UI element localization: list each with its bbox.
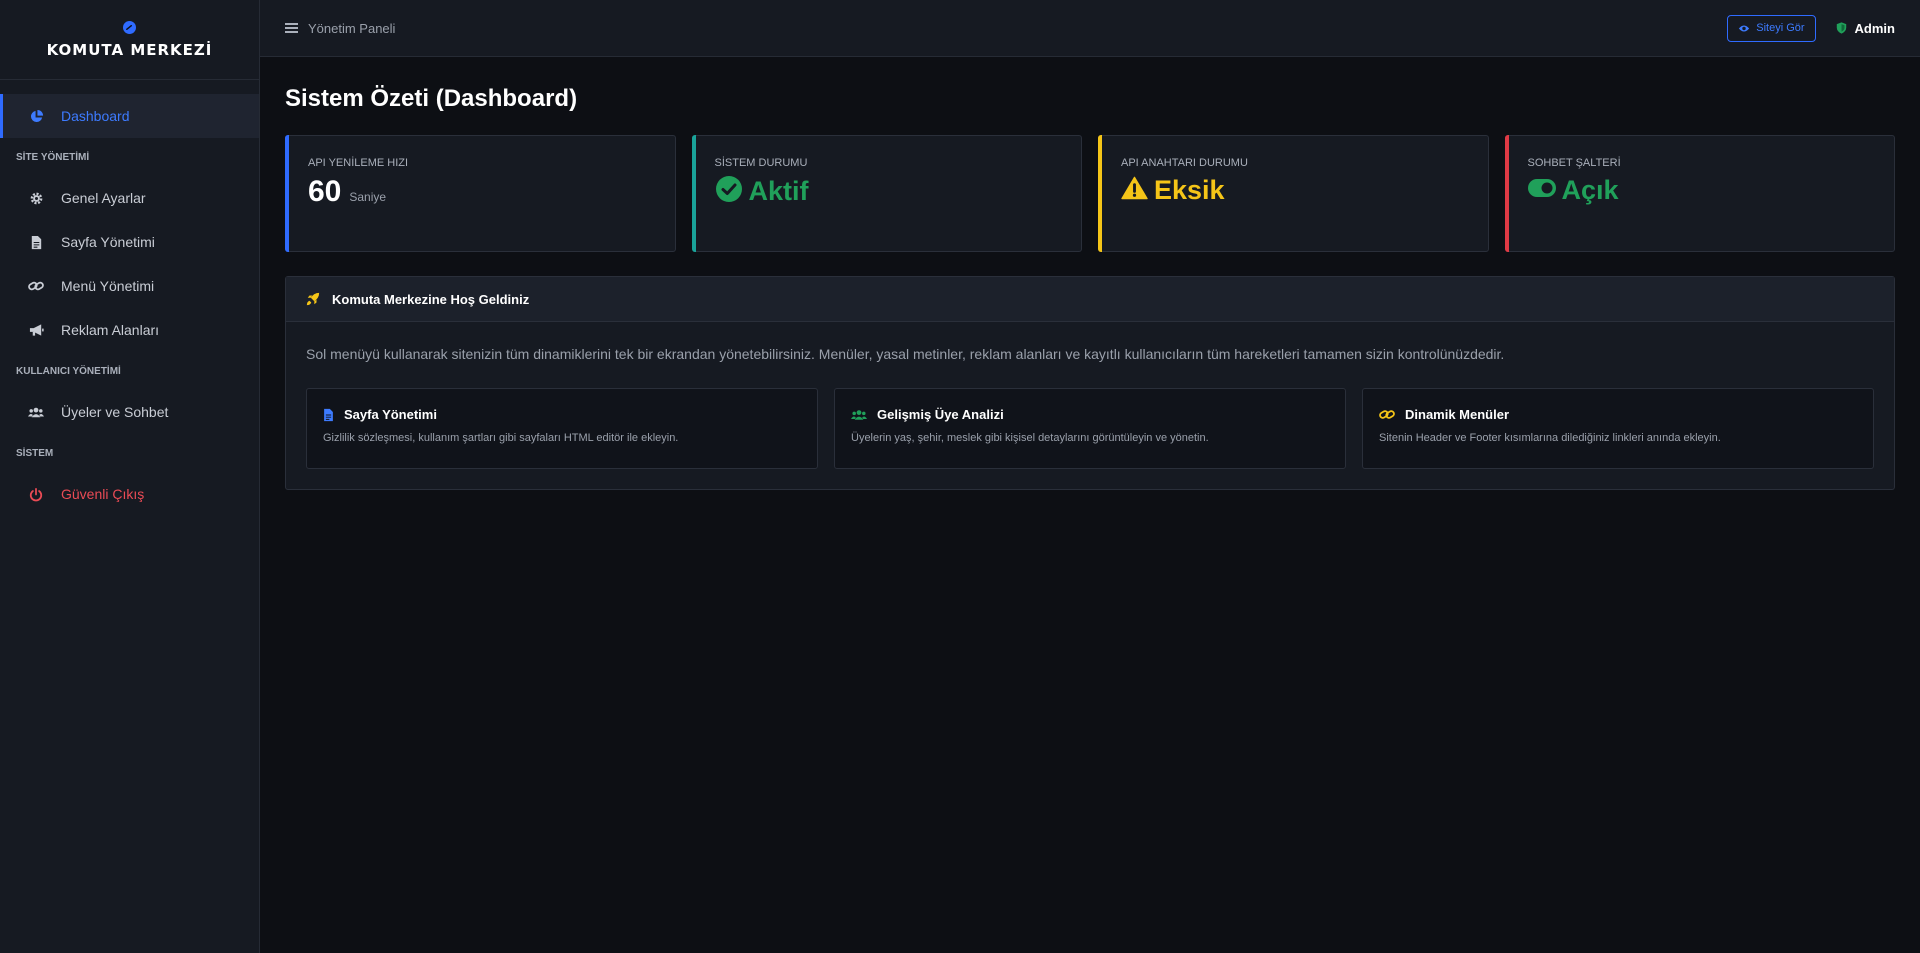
stat-number: 60 — [308, 175, 342, 208]
stat-label: SİSTEM DURUMU — [714, 157, 808, 169]
view-site-button[interactable]: Siteyi Gör — [1727, 14, 1816, 42]
hamburger-menu-icon[interactable] — [285, 23, 298, 33]
feature-card-member-analysis: Gelişmiş Üye Analizi Üyelerin yaş, şehir… — [834, 388, 1346, 469]
link-icon — [28, 278, 44, 294]
sidebar-item-label: Güvenli Çıkış — [61, 486, 145, 502]
stat-unit: Saniye — [349, 190, 387, 204]
welcome-card: Komuta Merkezine Hoş Geldiniz Sol menüyü… — [285, 276, 1895, 490]
stat-card-api-refresh: API YENİLEME HIZI 60 Saniye — [285, 135, 676, 252]
shield-icon — [1836, 22, 1847, 34]
stats-row: API YENİLEME HIZI 60 Saniye SİSTEM DURUM… — [285, 135, 1895, 252]
users-icon — [28, 404, 44, 420]
stat-value: Aktif — [715, 175, 1060, 208]
topbar-actions: Siteyi Gör Admin — [1727, 14, 1895, 42]
sidebar-item-label: Üyeler ve Sohbet — [61, 404, 169, 420]
sidebar-section-system: SİSTEM — [16, 447, 54, 459]
sidebar-item-label: Dashboard — [61, 108, 130, 124]
stat-status-text: Açık — [1561, 175, 1619, 205]
admin-label: Admin — [1854, 20, 1895, 36]
stat-card-chat-switch: SOHBET ŞALTERİ Açık — [1504, 135, 1895, 252]
toggle-on-icon — [1527, 179, 1556, 202]
sidebar-item-ad-areas[interactable]: Reklam Alanları — [0, 308, 259, 352]
stat-value: Eksik — [1121, 175, 1466, 206]
welcome-text: Sol menüyü kullanarak sitenizin tüm dina… — [306, 346, 1505, 362]
feature-card-dynamic-menus: Dinamik Menüler Sitenin Header ve Footer… — [1362, 388, 1874, 469]
stat-value: 60 Saniye — [308, 175, 653, 209]
sidebar-section-users: KULLANICI YÖNETİMİ — [16, 365, 121, 377]
eye-icon — [1738, 24, 1750, 33]
stat-card-api-key-status: API ANAHTARI DURUMU Eksik — [1098, 135, 1489, 252]
brand-title: KOMUTA MERKEZİ — [46, 40, 213, 59]
sidebar-item-label: Reklam Alanları — [61, 322, 160, 338]
warning-icon — [1121, 176, 1148, 205]
sidebar-item-logout[interactable]: Güvenli Çıkış — [0, 472, 259, 516]
stat-status-text: Aktif — [748, 176, 809, 206]
sidebar-item-label: Genel Ayarlar — [61, 190, 146, 206]
feature-desc: Üyelerin yaş, şehir, meslek gibi kişisel… — [851, 432, 1209, 444]
sidebar-item-page-management[interactable]: Sayfa Yönetimi — [0, 220, 259, 264]
sidebar-item-label: Menü Yönetimi — [61, 278, 155, 294]
main-content: Sistem Özeti (Dashboard) API YENİLEME HI… — [285, 57, 1895, 490]
topbar: Yönetim Paneli Siteyi Gör Admin — [260, 0, 1920, 57]
power-icon — [28, 486, 44, 502]
stat-label: API YENİLEME HIZI — [308, 157, 409, 169]
welcome-title: Komuta Merkezine Hoş Geldiniz — [332, 291, 530, 307]
stat-label: API ANAHTARI DURUMU — [1121, 157, 1248, 169]
feature-card-page-management: Sayfa Yönetimi Gizlilik sözleşmesi, kull… — [306, 388, 818, 469]
feature-desc: Sitenin Header ve Footer kısımlarına dil… — [1379, 432, 1721, 444]
brand[interactable]: KOMUTA MERKEZİ — [0, 0, 259, 80]
gear-icon — [28, 190, 44, 206]
feature-title: Sayfa Yönetimi — [323, 407, 801, 422]
page-title: Sistem Özeti (Dashboard) — [285, 85, 578, 112]
users-icon — [851, 409, 867, 421]
sidebar: KOMUTA MERKEZİ Dashboard SİTE YÖNETİMİ G… — [0, 0, 260, 953]
file-icon — [28, 234, 44, 250]
feature-title-text: Sayfa Yönetimi — [344, 407, 437, 422]
rocket-icon — [306, 292, 320, 306]
sidebar-item-menu-management[interactable]: Menü Yönetimi — [0, 264, 259, 308]
sidebar-section-site: SİTE YÖNETİMİ — [16, 151, 90, 163]
welcome-header: Komuta Merkezine Hoş Geldiniz — [286, 277, 1894, 322]
sidebar-item-members-chat[interactable]: Üyeler ve Sohbet — [0, 390, 259, 434]
stat-card-system-status: SİSTEM DURUMU Aktif — [691, 135, 1082, 252]
feature-title-text: Dinamik Menüler — [1405, 407, 1510, 422]
admin-user[interactable]: Admin — [1836, 21, 1895, 36]
file-icon — [323, 408, 334, 422]
stat-value: Açık — [1527, 175, 1873, 206]
sidebar-nav: Dashboard SİTE YÖNETİMİ Genel Ayarlar Sa… — [0, 80, 259, 516]
topbar-title: Yönetim Paneli — [308, 20, 396, 36]
gauge-icon — [123, 20, 136, 34]
check-circle-icon — [715, 175, 743, 208]
sidebar-item-label: Sayfa Yönetimi — [61, 234, 155, 250]
feature-title: Gelişmiş Üye Analizi — [851, 407, 1329, 422]
link-icon — [1379, 408, 1395, 421]
sidebar-item-dashboard[interactable]: Dashboard — [0, 94, 259, 138]
view-site-label: Siteyi Gör — [1756, 22, 1805, 34]
megaphone-icon — [28, 322, 44, 338]
feature-title-text: Gelişmiş Üye Analizi — [877, 407, 1004, 422]
stat-status-text: Eksik — [1154, 175, 1225, 205]
pie-chart-icon — [28, 108, 44, 124]
feature-list: Sayfa Yönetimi Gizlilik sözleşmesi, kull… — [286, 388, 1894, 469]
feature-desc: Gizlilik sözleşmesi, kullanım şartları g… — [323, 432, 679, 444]
sidebar-item-general-settings[interactable]: Genel Ayarlar — [0, 176, 259, 220]
stat-label: SOHBET ŞALTERİ — [1527, 157, 1621, 169]
feature-title: Dinamik Menüler — [1379, 407, 1857, 422]
